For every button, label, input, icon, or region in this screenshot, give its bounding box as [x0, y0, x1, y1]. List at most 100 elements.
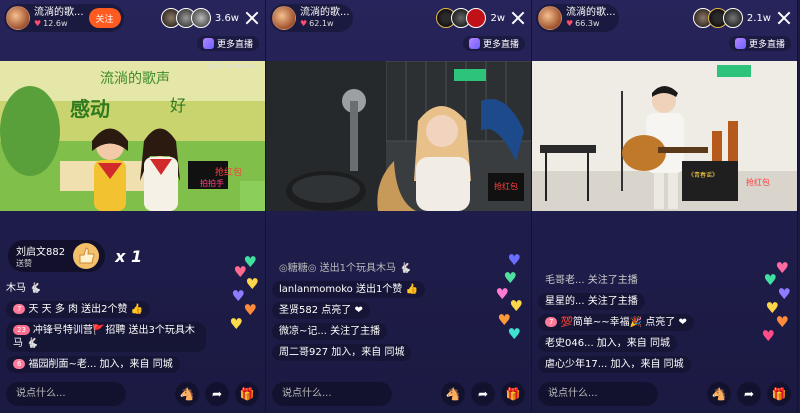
viewer-count: 2.1w [746, 12, 771, 24]
host-name: 流淌的歌... [566, 7, 616, 18]
heart-icon: ♥ [763, 271, 777, 289]
host-avatar[interactable] [6, 6, 30, 30]
viewer-count: 2w [490, 12, 505, 24]
comment-input[interactable]: 说点什么... [538, 382, 658, 406]
host-avatar[interactable] [272, 6, 296, 30]
host-likes: ♥ 62.1w [300, 18, 350, 29]
host-info: 流淌的歌... ♥ 62.1w [300, 7, 350, 29]
floating-hearts: ♥ ♥ ♥ ♥ ♥ ♥ [491, 251, 527, 361]
chat-message: 7 💯简单~~幸福🎉 点亮了 ❤ [538, 314, 694, 331]
video-frame-studio: 抢红包 [266, 61, 531, 211]
chat-text: 圣贤582 点亮了 ❤ [279, 305, 363, 316]
gift-box-icon[interactable]: 🎁 [501, 382, 525, 406]
chat-text: 木马 🐇 [6, 283, 42, 294]
video-stream[interactable]: 流淌的歌声 感动 好 抢红包 拍拍手 房间号: 1941674964 [0, 61, 265, 211]
host-card[interactable]: 流淌的歌... ♥ 12.6w 关注 [4, 4, 124, 32]
video-frame-stage: 流淌的歌声 感动 好 抢红包 拍拍手 [0, 61, 265, 211]
host-avatar[interactable] [538, 6, 562, 30]
heart-icon: ♥ [775, 259, 789, 277]
chat-text: 星星的... 关注了主播 [545, 296, 638, 307]
toy-horse-icon[interactable]: 🐴 [175, 382, 199, 406]
live-panel-2[interactable]: 流淌的歌... ♥ 62.1w 2w 更多直播 抢红包 ◎糖糖◎ 送出1个玩具木… [266, 0, 532, 413]
gift-notification: 刘启文882 送赞 x 1 [8, 240, 142, 272]
video-frame-guitar: 《青春谣》 抢红包 [532, 61, 797, 211]
viewer-avatar[interactable] [722, 8, 743, 28]
viewer-avatars[interactable]: 2.1w [692, 8, 771, 28]
chat-message: 木马 🐇 [6, 280, 49, 297]
viewer-avatars[interactable]: 3.6w [160, 8, 239, 28]
heart-icon: ♥ [245, 275, 259, 293]
heart-icon: ♥ [243, 301, 257, 319]
heart-icon: ♥ [566, 19, 574, 28]
viewer-count: 3.6w [214, 12, 239, 24]
gift-user: 刘启文882 [16, 247, 66, 258]
chat-text: 微凉~记... 关注了主播 [279, 326, 381, 337]
heart-icon: ♥ [509, 297, 523, 315]
chat-text: lanlanmomoko 送出1个赞 👍 [279, 284, 418, 295]
action-icons: 🐴 ➦ 🎁 [441, 382, 525, 406]
live-panel-1[interactable]: 流淌的歌... ♥12.6w 关注 3.6w 更多直播 流淌的歌声 感动 好 [0, 0, 266, 413]
gift-count: x 1 [115, 246, 143, 266]
floating-hearts: ♥ ♥ ♥ ♥ ♥ ♥ [225, 251, 261, 361]
chat-message: lanlanmomoko 送出1个赞 👍 [272, 281, 425, 298]
chat-message: 周二哥927 加入，来自 同城 [272, 344, 412, 361]
host-card[interactable]: 流淌的歌... ♥ 66.3w [536, 4, 619, 32]
toy-horse-icon[interactable]: 🐴 [441, 382, 465, 406]
chat-text: 虐心少年17... 加入，来自 同城 [545, 359, 684, 370]
action-icons: 🐴 ➦ 🎁 [707, 382, 791, 406]
heart-icon: ♥ [775, 313, 789, 331]
chat-message: 23 冲锋号特训营🚩招聘 送出3个玩具木马 🐇 [6, 322, 206, 352]
live-panel-3[interactable]: 流淌的歌... ♥ 66.3w 2.1w 更多直播 《青春谣》 抢红包 毛哥老.… [532, 0, 798, 413]
comment-input[interactable]: 说点什么... [6, 382, 126, 406]
heart-icon: ♥ [229, 315, 243, 333]
thumbs-up-icon [73, 243, 100, 269]
host-likes: ♥ 66.3w [566, 18, 616, 29]
svg-text:拍拍手: 拍拍手 [200, 178, 224, 188]
close-icon[interactable] [243, 9, 261, 27]
chat-message: 老史046... 加入，来自 同城 [538, 335, 677, 352]
host-likes: ♥ 12.6w [34, 18, 84, 29]
gift-box-icon[interactable]: 🎁 [767, 382, 791, 406]
host-card[interactable]: 流淌的歌... ♥ 62.1w [270, 4, 353, 32]
more-live-button[interactable]: 更多直播 [728, 36, 791, 51]
viewer-avatar[interactable] [466, 8, 487, 28]
heart-icon: ♥ [507, 325, 521, 343]
video-stream[interactable]: 《青春谣》 抢红包 [532, 61, 797, 211]
close-icon[interactable] [509, 9, 527, 27]
svg-text:流淌的歌声: 流淌的歌声 [100, 71, 170, 87]
svg-text:抢红包: 抢红包 [494, 181, 518, 191]
host-info: 流淌的歌... ♥ 12.6w [34, 7, 84, 29]
gift-box-icon[interactable]: 🎁 [235, 382, 259, 406]
video-stream[interactable]: 抢红包 [266, 61, 531, 211]
share-arrow-icon[interactable]: ➦ [205, 382, 229, 406]
bottom-bar: 说点什么... 🐴 ➦ 🎁 [6, 381, 259, 407]
viewer-avatars[interactable]: 2w [436, 8, 505, 28]
comment-input[interactable]: 说点什么... [272, 382, 392, 406]
chat-message: 7天 天 多 肉 送出2个赞 👍 [6, 301, 151, 318]
top-bar: 流淌的歌... ♥ 12.6w 关注 3.6w [4, 4, 261, 32]
action-icons: 🐴 ➦ 🎁 [175, 382, 259, 406]
level-badge: 23 [13, 325, 30, 335]
chat-message: 毛哥老... 关注了主播 [538, 272, 645, 289]
heart-icon: ♥ [495, 285, 509, 303]
follow-button[interactable]: 关注 [88, 8, 121, 28]
more-live-icon [468, 38, 480, 49]
chat-text: 冲锋号特训营🚩招聘 送出3个玩具木马 🐇 [13, 325, 195, 349]
heart-icon: ♥ [503, 269, 517, 287]
top-bar: 流淌的歌... ♥ 62.1w 2w [270, 4, 527, 32]
floating-hearts: ♥ ♥ ♥ ♥ ♥ ♥ [757, 251, 793, 361]
likes-count: 62.1w [309, 19, 334, 28]
more-live-button[interactable]: 更多直播 [196, 36, 259, 51]
likes-count: 12.6w [43, 19, 68, 28]
level-badge: 7 [545, 317, 558, 327]
share-arrow-icon[interactable]: ➦ [737, 382, 761, 406]
more-live-icon [202, 38, 214, 49]
toy-horse-icon[interactable]: 🐴 [707, 382, 731, 406]
svg-text:感动: 感动 [70, 97, 110, 121]
more-live-button[interactable]: 更多直播 [462, 36, 525, 51]
svg-text:好: 好 [170, 96, 186, 115]
close-icon[interactable] [775, 9, 793, 27]
share-arrow-icon[interactable]: ➦ [471, 382, 495, 406]
presenter-right [140, 128, 180, 211]
viewer-avatar[interactable] [190, 8, 211, 28]
